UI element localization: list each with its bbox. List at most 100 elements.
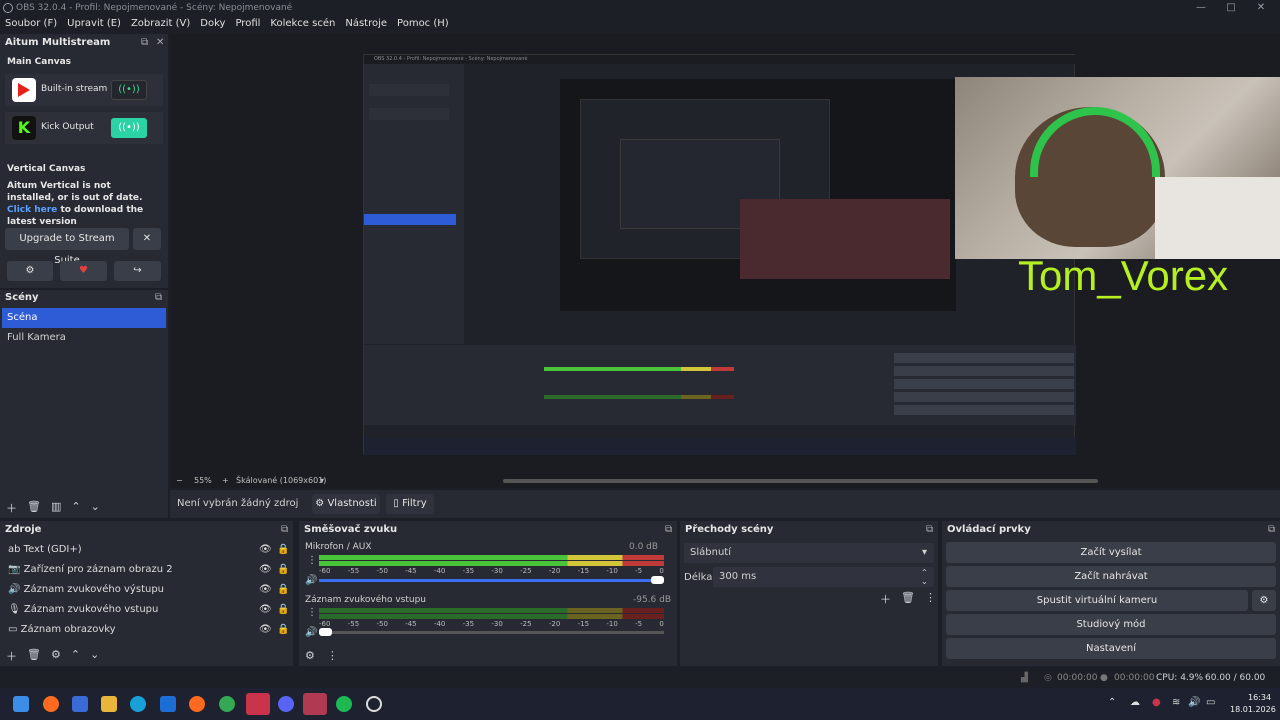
preview-area[interactable]: OBS 32.0.4 - Profil: Nepojmenované - Scé… xyxy=(170,34,1280,486)
up-arrow-icon[interactable]: ⌃ xyxy=(71,648,80,664)
clock-time[interactable]: 16:34 xyxy=(1248,693,1271,702)
opera-gx-icon[interactable] xyxy=(246,693,270,715)
menu-edit[interactable]: Upravit (E) xyxy=(64,16,124,34)
lock-icon[interactable]: 🔒 xyxy=(277,580,289,600)
gear-icon[interactable]: ⚙ xyxy=(51,648,61,664)
stream-toggle-button[interactable]: ((•)) xyxy=(111,118,147,138)
kebab-menu-icon[interactable]: ⋮ xyxy=(327,649,338,662)
source-item[interactable]: 📷 Zařízení pro záznam obrazu 2 👁 🔒 xyxy=(0,560,293,580)
minimize-icon[interactable]: — xyxy=(1186,0,1216,16)
down-arrow-icon[interactable]: ⌄ xyxy=(90,648,99,664)
duration-spinbox[interactable]: 300 ms ⌃ ⌄ xyxy=(713,567,934,587)
kebab-menu-icon[interactable]: ⋮ xyxy=(925,591,936,607)
settings-button[interactable]: Nastavení xyxy=(946,638,1276,659)
mail-icon[interactable] xyxy=(160,696,176,712)
spotify-icon[interactable] xyxy=(336,696,352,712)
start-virtual-camera-button[interactable]: Spustit virtuální kameru xyxy=(946,590,1248,611)
dock-menu-icon[interactable]: ⧉ xyxy=(281,521,288,539)
menu-view[interactable]: Zobrazit (V) xyxy=(128,16,193,34)
firefox-icon[interactable] xyxy=(43,696,59,712)
float-icon[interactable]: ⧉ xyxy=(141,35,148,51)
dock-menu-icon[interactable]: ⧉ xyxy=(926,521,933,539)
dock-menu-icon[interactable]: ⧉ xyxy=(1268,521,1275,539)
app-icon[interactable] xyxy=(303,693,327,715)
filter-icon[interactable]: ▥ xyxy=(51,500,61,518)
chrome-icon[interactable] xyxy=(219,696,235,712)
cloud-icon[interactable]: ☁ xyxy=(1130,697,1140,708)
firefox-icon[interactable] xyxy=(189,696,205,712)
stream-toggle-button[interactable]: ((•)) xyxy=(111,80,147,100)
start-recording-button[interactable]: Začít nahrávat xyxy=(946,566,1276,587)
windows-start-icon[interactable] xyxy=(13,696,29,712)
volume-slider-input[interactable] xyxy=(319,631,664,634)
scale-mode[interactable]: Škálované (1069x601) xyxy=(236,474,326,488)
save-icon[interactable] xyxy=(72,696,88,712)
studio-mode-button[interactable]: Studiový mód xyxy=(946,614,1276,635)
properties-button[interactable]: ⚙ Vlastnosti xyxy=(312,494,380,514)
scene-item-scena[interactable]: Scéna xyxy=(2,308,166,328)
wifi-icon[interactable]: ≋ xyxy=(1172,697,1180,708)
menu-docks[interactable]: Doky xyxy=(197,16,228,34)
eye-icon[interactable]: 👁 xyxy=(259,540,272,560)
zoom-out-button[interactable]: − xyxy=(176,474,183,488)
chevron-down-icon[interactable]: ⌄ xyxy=(921,572,928,592)
opera-tray-icon[interactable]: ● xyxy=(1152,697,1161,708)
menu-scene-collection[interactable]: Kolekce scén xyxy=(267,16,338,34)
clock-date[interactable]: 18.01.2026 xyxy=(1230,705,1276,714)
heart-icon[interactable]: ♥ xyxy=(60,261,107,281)
close-icon[interactable]: ✕ xyxy=(1246,0,1276,16)
obs-icon[interactable] xyxy=(366,696,382,712)
start-streaming-button[interactable]: Začít vysílat xyxy=(946,542,1276,563)
volume-handle[interactable] xyxy=(651,576,664,584)
upgrade-button[interactable]: Upgrade to Stream Suite xyxy=(5,228,129,266)
menu-profile[interactable]: Profil xyxy=(232,16,263,34)
gear-icon[interactable]: ⚙ xyxy=(1252,590,1276,611)
volume-icon[interactable]: 🔊 xyxy=(305,575,317,586)
source-item[interactable]: ab Text (GDI+) 👁 🔒 xyxy=(0,540,293,560)
menu-help[interactable]: Pomoc (H) xyxy=(394,16,452,34)
volume-icon[interactable]: 🔊 xyxy=(305,627,317,638)
chevron-down-icon[interactable]: ▾ xyxy=(320,474,324,488)
maximize-icon[interactable]: □ xyxy=(1216,0,1246,16)
close-dock-icon[interactable]: ✕ xyxy=(156,35,164,51)
menu-file[interactable]: Soubor (F) xyxy=(2,16,60,34)
eye-icon[interactable]: 👁 xyxy=(259,580,272,600)
kebab-menu-icon[interactable]: ⋮ xyxy=(307,607,317,618)
lock-icon[interactable]: 🔒 xyxy=(277,540,289,560)
folder-icon[interactable] xyxy=(101,696,117,712)
volume-icon[interactable]: 🔊 xyxy=(1188,697,1200,708)
up-arrow-icon[interactable]: ⌃ xyxy=(71,500,80,518)
trash-icon[interactable]: 🗑 xyxy=(901,591,915,607)
chevron-up-icon[interactable]: ⌃ xyxy=(1108,697,1116,708)
down-arrow-icon[interactable]: ⌄ xyxy=(91,500,100,518)
gear-icon[interactable]: ⚙ xyxy=(7,261,53,281)
lock-icon[interactable]: 🔒 xyxy=(277,560,289,580)
source-item[interactable]: ▭ Záznam obrazovky 👁 🔒 xyxy=(0,620,293,640)
lock-icon[interactable]: 🔒 xyxy=(277,600,289,620)
trash-icon[interactable]: 🗑 xyxy=(27,648,41,664)
kebab-menu-icon[interactable]: ⋮ xyxy=(307,555,317,566)
volume-handle[interactable] xyxy=(319,628,332,636)
menu-tools[interactable]: Nástroje xyxy=(342,16,390,34)
click-here-link[interactable]: Click here xyxy=(7,205,57,215)
advanced-audio-icon[interactable]: ⚙ xyxy=(305,649,315,662)
eye-icon[interactable]: 👁 xyxy=(259,620,272,640)
scene-item-full-kamera[interactable]: Full Kamera xyxy=(2,328,166,348)
battery-icon[interactable]: ▭ xyxy=(1206,697,1215,708)
dock-menu-icon[interactable]: ⧉ xyxy=(665,521,672,539)
filters-button[interactable]: ▯ Filtry xyxy=(386,494,434,514)
trash-icon[interactable]: 🗑 xyxy=(27,500,41,518)
dock-menu-icon[interactable]: ⧉ xyxy=(155,290,162,306)
add-icon[interactable]: ＋ xyxy=(6,648,17,664)
horizontal-scrollbar[interactable] xyxy=(503,479,1098,483)
dismiss-icon[interactable]: ✕ xyxy=(133,228,161,250)
eye-icon[interactable]: 👁 xyxy=(259,560,272,580)
source-item[interactable]: 🔊 Záznam zvukového výstupu 👁 🔒 xyxy=(0,580,293,600)
source-item[interactable]: 🎙 Záznam zvukového vstupu 👁 🔒 xyxy=(0,600,293,620)
discord-icon[interactable] xyxy=(278,696,294,712)
volume-slider-mic[interactable] xyxy=(319,579,664,582)
add-icon[interactable]: ＋ xyxy=(880,591,891,607)
lock-icon[interactable]: 🔒 xyxy=(277,620,289,640)
edge-icon[interactable] xyxy=(130,696,146,712)
add-icon[interactable]: ＋ xyxy=(6,500,17,518)
